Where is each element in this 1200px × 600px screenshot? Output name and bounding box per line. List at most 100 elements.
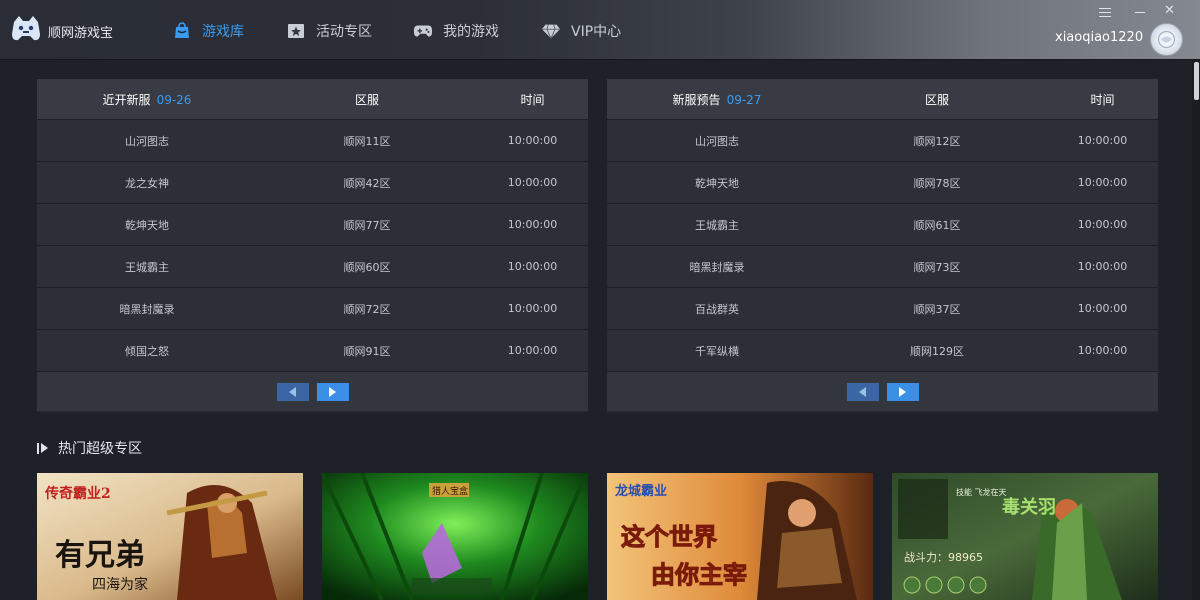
table-row[interactable]: 山河图志 顺网11区 10:00:00: [37, 119, 588, 161]
next-page-button[interactable]: [316, 382, 349, 401]
server-name: 顺网91区: [343, 344, 391, 358]
card-slogan: 毒关羽: [1002, 496, 1056, 518]
new-servers-panel: 近开新服 09-26 区服 时间 山河图志 顺网11区 10:00:00 龙之女神顺网…: [37, 79, 588, 412]
pagination: [37, 371, 588, 411]
pagination: [607, 371, 1158, 411]
table-header: 近开新服 09-26 区服 时间: [37, 79, 588, 119]
open-time: 10:00:00: [507, 260, 558, 273]
card-subslogan: 由你主宰: [651, 560, 747, 589]
upcoming-servers-panel: 新服预告 09-27 区服 时间 山河图志 顺网12区 10:00:00 乾坤天地 顺网…: [607, 79, 1158, 412]
open-time: 10:00:00: [507, 344, 558, 357]
menu-icon[interactable]: [1099, 8, 1111, 18]
nav-label: 活动专区: [316, 24, 372, 40]
card-subslogan: 四海为家: [92, 576, 148, 593]
server-name: 顺网73区: [913, 260, 961, 274]
game-banner-image: 龙城霸业 这个世界 由你主宰: [607, 473, 873, 600]
star-box-icon: [286, 21, 306, 41]
game-banner-image: 毒关羽 技能 飞龙在天 战斗力：98965: [892, 473, 1158, 600]
card-stat: 战斗力：98965: [904, 551, 983, 564]
avatar-emblem-icon: [1157, 30, 1176, 49]
play-marker-icon: [37, 442, 48, 454]
open-time: 10:00:00: [1077, 218, 1128, 231]
table-row[interactable]: 百战群英 顺网37区 10:00:00: [607, 287, 1158, 329]
server-name: 顺网72区: [343, 302, 391, 316]
open-time: 10:00:00: [507, 218, 558, 231]
server-name: 顺网42区: [343, 176, 391, 190]
game-name: 倾国之怒: [125, 344, 169, 358]
table-row[interactable]: 倾国之怒 顺网91区 10:00:00: [37, 329, 588, 371]
scrollbar-track[interactable]: [1192, 60, 1200, 600]
arrow-right-icon: [329, 386, 336, 397]
game-name: 百战群英: [695, 302, 739, 316]
game-name: 龙之女神: [125, 176, 169, 190]
nav-label: VIP中心: [571, 24, 622, 40]
next-page-button[interactable]: [886, 382, 919, 401]
game-name: 山河图志: [125, 134, 169, 148]
header-time: 时间: [1090, 92, 1115, 107]
open-time: 10:00:00: [1077, 344, 1128, 357]
table-row[interactable]: 王城霸主 顺网61区 10:00:00: [607, 203, 1158, 245]
game-card[interactable]: 毒关羽 技能 飞龙在天 战斗力：98965: [892, 473, 1158, 600]
arrow-left-icon: [289, 386, 296, 397]
nav-game-library[interactable]: 游戏库: [172, 18, 244, 44]
table-row[interactable]: 暗黑封魔录 顺网72区 10:00:00: [37, 287, 588, 329]
game-name: 乾坤天地: [695, 176, 739, 190]
game-card[interactable]: 龙城霸业 这个世界 由你主宰: [607, 473, 873, 600]
header-title: 新服预告 09-27: [672, 92, 762, 107]
server-name: 顺网78区: [913, 176, 961, 190]
table-row[interactable]: 乾坤天地 顺网78区 10:00:00: [607, 161, 1158, 203]
prev-page-button[interactable]: [846, 382, 879, 401]
card-logo-text: 龙城霸业: [615, 483, 667, 499]
game-name: 千军纵横: [695, 344, 739, 358]
open-time: 10:00:00: [1077, 302, 1128, 315]
section-label: 热门超级专区: [58, 441, 142, 457]
open-time: 10:00:00: [1077, 176, 1128, 189]
game-name: 王城霸主: [695, 218, 739, 232]
nav-vip-center[interactable]: VIP中心: [541, 18, 621, 44]
table-row[interactable]: 乾坤天地 顺网77区 10:00:00: [37, 203, 588, 245]
table-row[interactable]: 王城霸主 顺网60区 10:00:00: [37, 245, 588, 287]
nav-label: 我的游戏: [443, 24, 499, 40]
minimize-icon[interactable]: [1135, 12, 1145, 13]
nav-my-games[interactable]: 我的游戏: [413, 18, 499, 44]
close-icon[interactable]: ✕: [1164, 4, 1175, 17]
table-row[interactable]: 山河图志 顺网12区 10:00:00: [607, 119, 1158, 161]
server-name: 顺网12区: [913, 134, 961, 148]
server-name: 顺网61区: [913, 218, 961, 232]
prev-page-button[interactable]: [276, 382, 309, 401]
game-name: 乾坤天地: [125, 218, 169, 232]
game-name: 暗黑封魔录: [119, 302, 175, 316]
username[interactable]: xiaoqiao1220: [1055, 30, 1143, 45]
game-banner-image: 猎人宝盒: [322, 473, 588, 600]
avatar[interactable]: [1150, 23, 1183, 56]
table-row[interactable]: 龙之女神 顺网42区 10:00:00: [37, 161, 588, 203]
header-date: 09-27: [726, 92, 762, 107]
nav-events[interactable]: 活动专区: [286, 18, 372, 44]
table-row[interactable]: 暗黑封魔录 顺网73区 10:00:00: [607, 245, 1158, 287]
game-banner-image: 传奇霸业2 有兄弟 四海为家: [37, 473, 303, 600]
open-time: 10:00:00: [507, 134, 558, 147]
bag-icon: [172, 21, 192, 41]
card-slogan: 这个世界: [621, 522, 717, 551]
server-name: 顺网60区: [343, 260, 391, 274]
arrow-left-icon: [859, 386, 866, 397]
scrollbar-thumb[interactable]: [1194, 62, 1199, 100]
app-logo-icon: [12, 16, 40, 41]
server-name: 顺网37区: [913, 302, 961, 316]
gamepad-icon: [413, 21, 433, 41]
header-title: 近开新服 09-26: [102, 92, 192, 107]
server-name: 顺网77区: [343, 218, 391, 232]
game-card[interactable]: 传奇霸业2 有兄弟 四海为家: [37, 473, 303, 600]
header-server: 区服: [924, 92, 949, 107]
diamond-icon: [541, 21, 561, 41]
open-time: 10:00:00: [507, 302, 558, 315]
nav-label: 游戏库: [202, 24, 244, 40]
table-row[interactable]: 千军纵横 顺网129区 10:00:00: [607, 329, 1158, 371]
open-time: 10:00:00: [507, 176, 558, 189]
title-bar: 顺网游戏宝 游戏库 活动专区 我的游戏 VIP中心 ✕ xiaoqiao1220: [0, 0, 1200, 60]
header-date: 09-26: [156, 92, 192, 107]
card-skill: 技能 飞龙在天: [956, 487, 1007, 497]
game-card[interactable]: 猎人宝盒: [322, 473, 588, 600]
hot-section-title: 热门超级专区: [37, 438, 142, 458]
card-slogan: 有兄弟: [55, 538, 145, 573]
